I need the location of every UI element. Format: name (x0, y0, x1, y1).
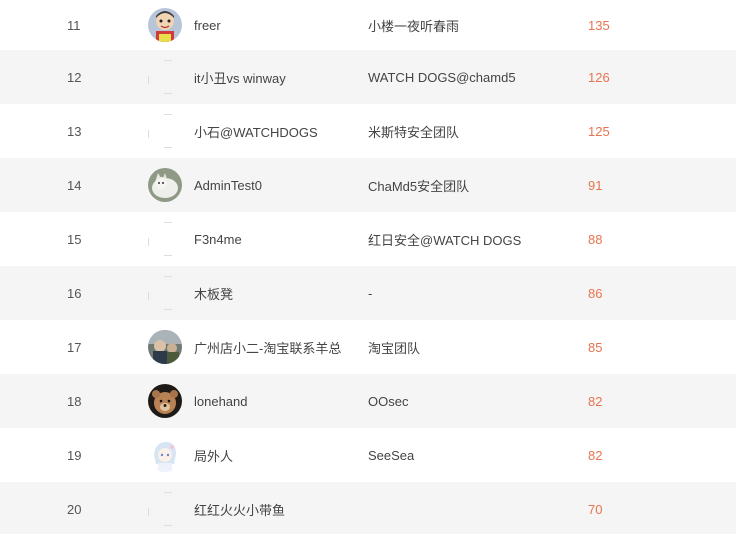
avatar-cell (148, 320, 184, 374)
avatar-cell (148, 50, 184, 104)
table-row: 11 freer 小楼一夜听春雨 135 (0, 0, 736, 50)
score-value: 91 (588, 177, 603, 193)
rank-cell: 13 (67, 123, 82, 139)
rank-cell: 16 (67, 285, 82, 301)
avatar-cell (148, 158, 184, 212)
score-value: 125 (588, 123, 610, 139)
score-value: 135 (588, 17, 610, 33)
rank-cell: 20 (67, 501, 82, 517)
team-name: OOsec (368, 393, 409, 409)
avatar-cell (148, 212, 184, 266)
rank-cell: 12 (67, 69, 82, 85)
player-name[interactable]: it小丑vs winway (194, 50, 359, 104)
table-row: 13 小石@WATCHDOGS 米斯特安全团队 125 (0, 104, 736, 158)
broken-image-icon (148, 114, 182, 148)
score-value: 86 (588, 285, 603, 301)
avatar-cell (148, 428, 184, 482)
table-row: 12 it小丑vs winway WATCH DOGS@chamd5 126 (0, 50, 736, 104)
rank-cell: 19 (67, 447, 82, 463)
player-name[interactable]: F3n4me (194, 212, 359, 266)
leaderboard-table: 11 freer 小楼一夜听春雨 135 12 it小丑vs winway WA… (0, 0, 736, 534)
team-name: SeeSea (368, 447, 415, 463)
player-name[interactable]: 广州店小二-淘宝联系羊总 (194, 320, 359, 374)
score-value: 85 (588, 339, 603, 355)
player-name[interactable]: 木板凳 (194, 266, 359, 320)
player-name[interactable]: 小石@WATCHDOGS (194, 104, 359, 158)
team-name (368, 482, 578, 534)
score-value: 82 (588, 393, 603, 409)
team-name: 小楼一夜听春雨 (368, 18, 460, 34)
player-name[interactable]: lonehand (194, 374, 359, 428)
broken-image-icon (148, 276, 182, 310)
rank-cell: 11 (67, 17, 81, 33)
avatar-cell (148, 374, 184, 428)
player-name[interactable]: 红红火火小带鱼 (194, 482, 359, 534)
rank-cell: 15 (67, 231, 82, 247)
broken-image-icon (148, 60, 182, 94)
table-row: 18 lonehand OOsec 82 (0, 374, 736, 428)
team-name: 淘宝团队 (368, 340, 421, 356)
player-name[interactable]: AdminTest0 (194, 158, 359, 212)
anime-avatar-icon (148, 438, 182, 472)
score-value: 82 (588, 447, 603, 463)
table-row: 16 木板凳 - 86 (0, 266, 736, 320)
player-name[interactable]: 局外人 (194, 428, 359, 482)
score-value: 88 (588, 231, 603, 247)
score-value: 126 (588, 69, 610, 85)
broken-image-icon (148, 222, 182, 256)
table-row: 20 红红火火小带鱼 70 (0, 482, 736, 534)
player-name[interactable]: freer (194, 0, 359, 50)
team-name: 米斯特安全团队 (368, 124, 460, 140)
team-name: - (368, 285, 373, 301)
team-name: 红日安全@WATCH DOGS (368, 232, 522, 248)
photo-avatar-icon (148, 330, 182, 364)
cat-avatar-icon (148, 168, 182, 202)
cartoon-avatar-icon (148, 8, 182, 42)
table-row: 15 F3n4me 红日安全@WATCH DOGS 88 (0, 212, 736, 266)
bear-avatar-icon (148, 384, 182, 418)
avatar-cell (148, 266, 184, 320)
rank-cell: 17 (67, 339, 82, 355)
score-value: 70 (588, 501, 603, 517)
avatar-cell (148, 104, 184, 158)
team-name: WATCH DOGS@chamd5 (368, 69, 516, 85)
team-name: ChaMd5安全团队 (368, 178, 470, 194)
avatar-cell (148, 482, 184, 534)
broken-image-icon (148, 492, 182, 526)
table-row: 17 广州店小二-淘宝联系羊总 淘宝团队 85 (0, 320, 736, 374)
rank-cell: 18 (67, 393, 82, 409)
table-row: 19 局外人 SeeSea 82 (0, 428, 736, 482)
avatar-cell (148, 0, 184, 50)
rank-cell: 14 (67, 177, 82, 193)
table-row: 14 AdminTest0 ChaMd5安全团队 91 (0, 158, 736, 212)
